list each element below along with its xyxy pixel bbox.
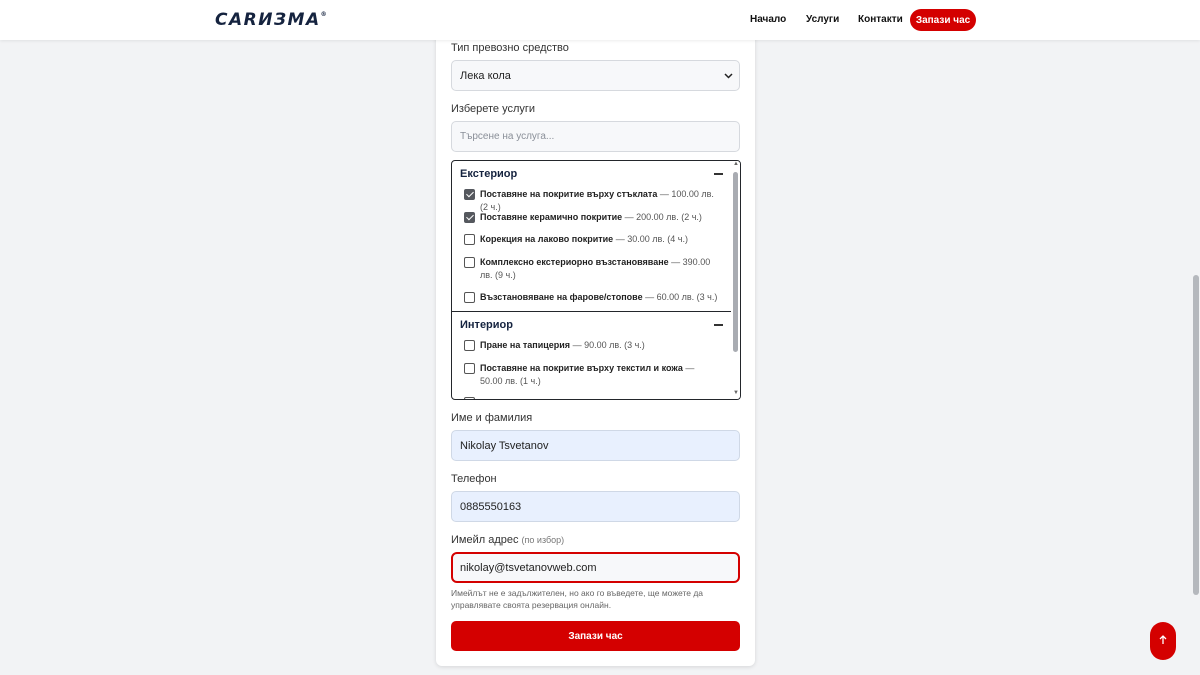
service-item[interactable]: Корекция на лаково покритие — 30.00 лв. … bbox=[464, 233, 719, 246]
collapse-interior-icon[interactable] bbox=[714, 324, 723, 326]
service-price: — 200.00 лв. (2 ч.) bbox=[622, 212, 702, 222]
phone-input[interactable]: 0885550163 bbox=[451, 491, 740, 522]
email-optional-note: (по избор) bbox=[521, 535, 565, 545]
service-checkbox[interactable] bbox=[464, 363, 475, 374]
arrow-up-icon bbox=[1159, 634, 1167, 648]
category-divider bbox=[452, 311, 732, 312]
service-item[interactable]: Поставяне на покритие върху текстил и ко… bbox=[464, 362, 719, 388]
nav-contacts[interactable]: Контакти bbox=[858, 14, 903, 25]
registered-mark: ® bbox=[320, 11, 329, 19]
nav-home[interactable]: Начало bbox=[750, 14, 786, 25]
nav-services[interactable]: Услуги bbox=[806, 14, 839, 25]
email-hint: Имейлът не е задължителен, но ако го във… bbox=[451, 588, 704, 610]
service-name: Поставяне на покритие върху текстил и ко… bbox=[480, 363, 683, 373]
category-exterior-title[interactable]: Екстериор bbox=[460, 168, 517, 180]
phone-value: 0885550163 bbox=[460, 500, 522, 513]
service-checkbox[interactable] bbox=[464, 212, 475, 223]
service-checkbox[interactable] bbox=[464, 340, 475, 351]
service-item[interactable]: Пране на тапицерия — 90.00 лв. (3 ч.) bbox=[464, 339, 719, 352]
chevron-down-icon bbox=[724, 71, 733, 81]
site-header: CARИЗМА® Начало Услуги Контакти Запази ч… bbox=[0, 0, 1200, 40]
service-name: Корекция на лаково покритие bbox=[480, 234, 614, 244]
service-item[interactable]: Възстановяване на фарове/стопове — 60.00… bbox=[464, 291, 719, 304]
service-name: Поставяне керамично покритие bbox=[480, 212, 623, 222]
service-price: — 30.00 лв. (4 ч.) bbox=[613, 234, 688, 244]
brand-logo-text: CARИЗМА bbox=[215, 10, 321, 30]
email-value: nikolay@tsvetanovweb.com bbox=[460, 561, 597, 574]
email-label-text: Имейл адрес bbox=[451, 534, 519, 546]
service-checkbox[interactable] bbox=[464, 189, 475, 200]
service-price: — 60.00 лв. (3 ч.) bbox=[642, 292, 718, 302]
services-scrollbar-thumb[interactable] bbox=[733, 172, 738, 352]
book-appointment-header-button[interactable]: Запази час bbox=[910, 9, 976, 31]
vehicle-type-label: Тип превозно средство bbox=[451, 42, 569, 54]
service-checkbox[interactable] bbox=[464, 234, 475, 245]
scroll-down-arrow-icon[interactable]: ▼ bbox=[733, 390, 739, 396]
service-item[interactable]: Комплексно екстериорно възстановяване — … bbox=[464, 256, 719, 282]
full-name-value: Nikolay Tsvetanov bbox=[460, 439, 549, 452]
scroll-to-top-button[interactable] bbox=[1150, 622, 1176, 660]
full-name-input[interactable]: Nikolay Tsvetanov bbox=[451, 430, 740, 461]
services-label: Изберете услуги bbox=[451, 103, 536, 115]
phone-label: Телефон bbox=[451, 473, 497, 485]
vehicle-type-value: Лека кола bbox=[460, 69, 511, 82]
service-checkbox[interactable] bbox=[464, 257, 475, 268]
service-checkbox[interactable] bbox=[464, 292, 475, 303]
service-price: — 90.00 лв. (3 ч.) bbox=[570, 340, 645, 350]
services-list[interactable]: Екстериор Поставяне на покритие върху ст… bbox=[451, 160, 741, 400]
vehicle-type-select[interactable]: Лека кола bbox=[451, 60, 740, 91]
service-item[interactable]: Поставяне керамично покритие — 200.00 лв… bbox=[464, 211, 719, 224]
service-name: Възстановяване на фарове/стопове bbox=[480, 292, 643, 302]
page-scrollbar-thumb[interactable] bbox=[1193, 275, 1199, 595]
services-scrollbar[interactable]: ▲ ▼ bbox=[731, 161, 740, 399]
category-interior-title[interactable]: Интериор bbox=[460, 319, 513, 331]
email-input[interactable]: nikolay@tsvetanovweb.com bbox=[451, 552, 740, 583]
submit-booking-button[interactable]: Запази час bbox=[451, 621, 740, 651]
service-name: Поставяне на покритие върху стъклата bbox=[480, 189, 658, 199]
service-name: Комплексно екстериорно възстановяване bbox=[480, 257, 669, 267]
page-scrollbar[interactable] bbox=[1192, 0, 1200, 675]
scroll-up-arrow-icon[interactable]: ▲ bbox=[733, 161, 739, 167]
service-name: Пране на тапицерия bbox=[480, 340, 571, 350]
full-name-label: Име и фамилия bbox=[451, 412, 533, 424]
email-label: Имейл адрес (по избор) bbox=[451, 534, 564, 546]
collapse-exterior-icon[interactable] bbox=[714, 173, 723, 175]
service-search-input[interactable]: Търсене на услуга... bbox=[451, 121, 740, 152]
service-checkbox-partial[interactable] bbox=[464, 397, 475, 399]
service-search-placeholder: Търсене на услуга... bbox=[460, 131, 555, 142]
brand-logo[interactable]: CARИЗМА® bbox=[215, 10, 328, 30]
